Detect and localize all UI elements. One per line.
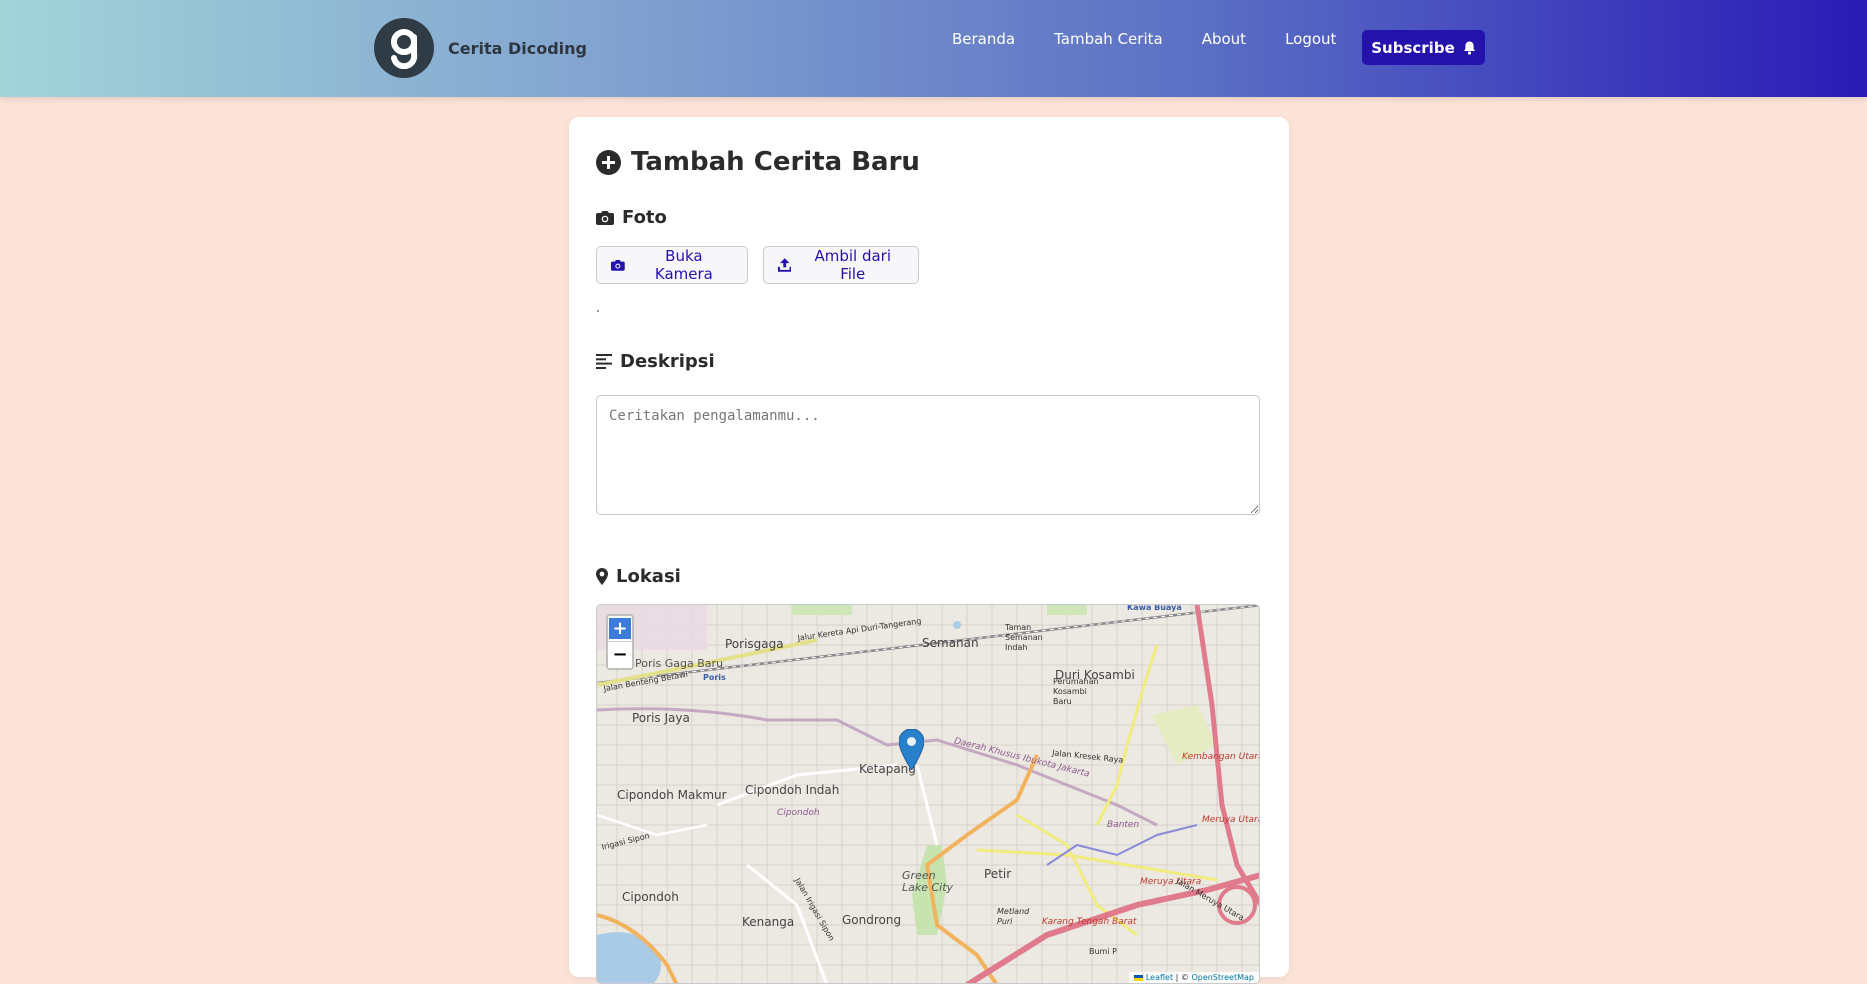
map-label: Cipondoh Indah xyxy=(745,783,840,797)
location-section-label: Lokasi xyxy=(596,566,681,587)
description-input[interactable] xyxy=(596,395,1260,515)
map-label: Bumi P xyxy=(1089,947,1117,956)
subscribe-button[interactable]: Subscribe xyxy=(1362,30,1485,65)
map-label: Perumahan Kosambi Baru xyxy=(1053,677,1099,706)
map-label: Kenanga xyxy=(742,915,795,929)
nav-logout[interactable]: Logout xyxy=(1285,30,1336,48)
description-section-label: Deskripsi xyxy=(596,351,715,372)
align-left-icon xyxy=(596,354,612,369)
camera-icon xyxy=(596,211,614,225)
map-label: Poris Jaya xyxy=(632,711,690,725)
location-map[interactable]: + − Porisgaga Semanan Duri Kosambi Poris… xyxy=(596,604,1260,984)
map-label: Kawa Buaya xyxy=(1127,604,1182,612)
map-label: Gondrong xyxy=(842,913,902,927)
add-story-card: Tambah Cerita Baru Foto Buka Kamera Ambi… xyxy=(569,117,1289,984)
map-label: Poris xyxy=(703,673,726,682)
page-title: Tambah Cerita Baru xyxy=(596,147,920,177)
map-zoom-in-button[interactable]: + xyxy=(608,616,632,642)
brand-name: Cerita Dicoding xyxy=(448,38,588,58)
map-attribution: Leaflet | © OpenStreetMap xyxy=(1129,972,1259,983)
map-label: Cipondoh xyxy=(622,890,679,904)
map-label: Karang Tengah Barat xyxy=(1042,917,1137,927)
camera-icon xyxy=(611,260,625,271)
photo-preview-placeholder xyxy=(597,310,599,312)
main-nav: Beranda Tambah Cerita About Logout xyxy=(952,30,1375,48)
map-zoom-out-button[interactable]: − xyxy=(608,642,632,668)
flag-icon xyxy=(1134,974,1144,981)
bell-icon xyxy=(1463,41,1475,55)
map-label: Metland Puri xyxy=(997,907,1030,926)
map-pin-icon xyxy=(596,568,608,585)
map-label: Meruya Utara xyxy=(1202,815,1260,825)
nav-tambah-cerita[interactable]: Tambah Cerita xyxy=(1054,30,1163,48)
map-label: Kembangan Utara xyxy=(1182,752,1260,762)
open-camera-button[interactable]: Buka Kamera xyxy=(596,246,748,284)
map-label: Cipondoh xyxy=(777,808,820,818)
upload-icon xyxy=(778,258,792,272)
map-label: Porisgaga xyxy=(725,637,784,651)
subscribe-label: Subscribe xyxy=(1371,38,1455,57)
map-label: Green Lake City xyxy=(902,869,954,894)
top-navbar: Cerita Dicoding Beranda Tambah Cerita Ab… xyxy=(0,0,1867,97)
plus-circle-icon xyxy=(596,149,621,175)
photo-section-label: Foto xyxy=(596,207,667,228)
g-logo-icon xyxy=(374,18,434,78)
map-label: Petir xyxy=(984,867,1012,881)
map-zoom-controls: + − xyxy=(606,614,634,670)
osm-link[interactable]: OpenStreetMap xyxy=(1191,973,1254,982)
map-label: Semanan xyxy=(922,636,979,650)
map-label: Poris Gaga Baru xyxy=(635,657,724,670)
map-marker-icon[interactable] xyxy=(899,729,924,770)
map-label: Banten xyxy=(1107,820,1140,830)
nav-beranda[interactable]: Beranda xyxy=(952,30,1015,48)
map-label: Cipondoh Makmur xyxy=(617,788,727,802)
leaflet-link[interactable]: Leaflet xyxy=(1146,973,1173,982)
page-title-text: Tambah Cerita Baru xyxy=(631,147,920,177)
upload-file-button[interactable]: Ambil dari File xyxy=(763,246,919,284)
nav-about[interactable]: About xyxy=(1202,30,1246,48)
map-label: Taman Semanan Indah xyxy=(1005,623,1043,652)
brand[interactable]: Cerita Dicoding xyxy=(374,18,587,78)
